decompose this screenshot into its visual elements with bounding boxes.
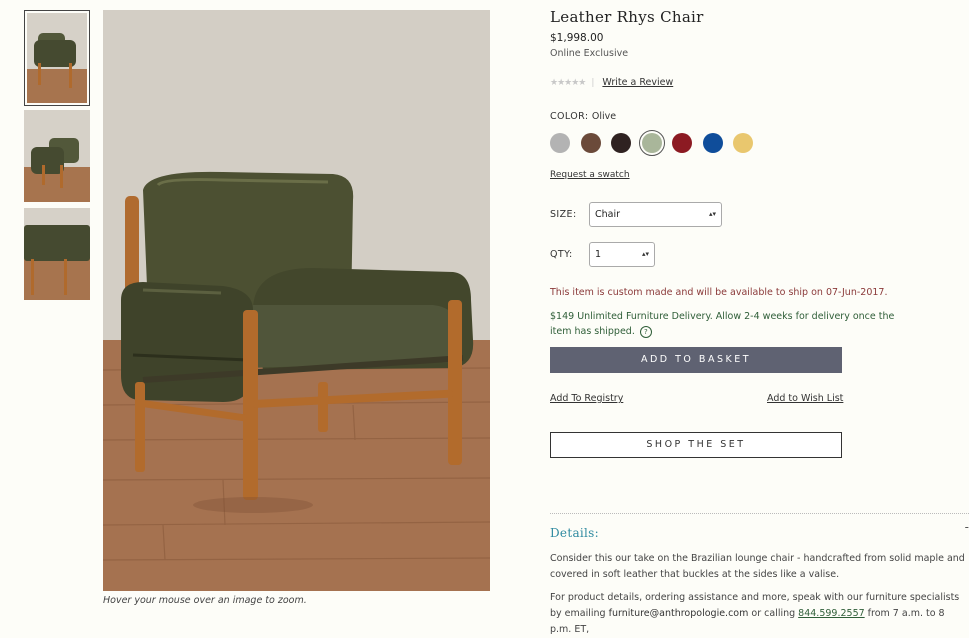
qty-select-value: 1 (595, 249, 602, 260)
color-label: COLOR: Olive (550, 111, 616, 122)
qty-label: QTY: (550, 249, 573, 260)
details-heading[interactable]: Details: (550, 526, 599, 540)
color-label-text: COLOR: (550, 111, 589, 122)
add-to-basket-button[interactable]: ADD TO BASKET (550, 347, 842, 373)
chair-thumbnail-image (24, 208, 90, 300)
delivery-message: $149 Unlimited Furniture Delivery. Allow… (550, 309, 910, 339)
write-review-link[interactable]: Write a Review (602, 77, 673, 88)
size-label: SIZE: (550, 209, 577, 220)
size-select-value: Chair (595, 209, 621, 220)
swatch-brown[interactable] (580, 133, 601, 153)
phone-link[interactable]: 844.599.2557 (798, 608, 864, 619)
add-to-wishlist-link[interactable]: Add to Wish List (767, 393, 843, 404)
thumbnail-3[interactable] (24, 208, 90, 300)
zoom-hint: Hover your mouse over an image to zoom. (103, 595, 307, 606)
select-arrows-icon: ▴▾ (708, 210, 716, 218)
select-arrows-icon: ▴▾ (641, 250, 649, 258)
custom-made-message: This item is custom made and will be ava… (550, 287, 888, 298)
section-divider (550, 513, 969, 514)
swatch-yellow[interactable] (733, 133, 753, 153)
add-to-registry-link[interactable]: Add To Registry (550, 393, 623, 404)
thumbnail-1[interactable] (24, 10, 90, 106)
request-swatch-link[interactable]: Request a swatch (550, 170, 630, 180)
product-title: Leather Rhys Chair (550, 8, 704, 26)
rating-row: ★★★★★ | Write a Review (550, 77, 673, 88)
details-contact: For product details, ordering assistance… (550, 590, 965, 638)
contact-middle: or calling (748, 608, 799, 619)
shop-the-set-button[interactable]: SHOP THE SET (550, 432, 842, 458)
online-exclusive-label: Online Exclusive (550, 48, 629, 59)
swatch-dark-brown[interactable] (611, 133, 631, 153)
swatch-blue[interactable] (702, 133, 723, 153)
product-price: $1,998.00 (550, 32, 604, 44)
swatch-gray[interactable] (550, 133, 570, 153)
email-link[interactable]: furniture@anthropologie.com (609, 608, 749, 619)
selected-color: Olive (591, 111, 617, 122)
help-icon[interactable]: ? (639, 325, 652, 338)
chair-thumbnail-image (24, 110, 90, 202)
leather-chair-photo (103, 10, 490, 591)
rating-separator: | (591, 77, 595, 88)
product-info-panel: Leather Rhys Chair $1,998.00 Online Excl… (550, 0, 969, 635)
chair-thumbnail-image (27, 13, 87, 103)
main-product-image[interactable] (103, 10, 490, 591)
star-rating-icon: ★★★★★ (550, 77, 586, 88)
thumbnail-2[interactable] (24, 110, 90, 202)
swatch-red[interactable] (672, 133, 692, 153)
details-description: Consider this our take on the Brazilian … (550, 553, 965, 580)
delivery-message-text: $149 Unlimited Furniture Delivery. Allow… (550, 311, 895, 337)
size-select[interactable]: Chair ▴▾ (589, 202, 722, 227)
qty-select[interactable]: 1 ▴▾ (589, 242, 655, 267)
collapse-icon[interactable]: - (965, 520, 969, 534)
color-swatches (550, 130, 764, 156)
swatch-olive[interactable] (638, 130, 665, 156)
